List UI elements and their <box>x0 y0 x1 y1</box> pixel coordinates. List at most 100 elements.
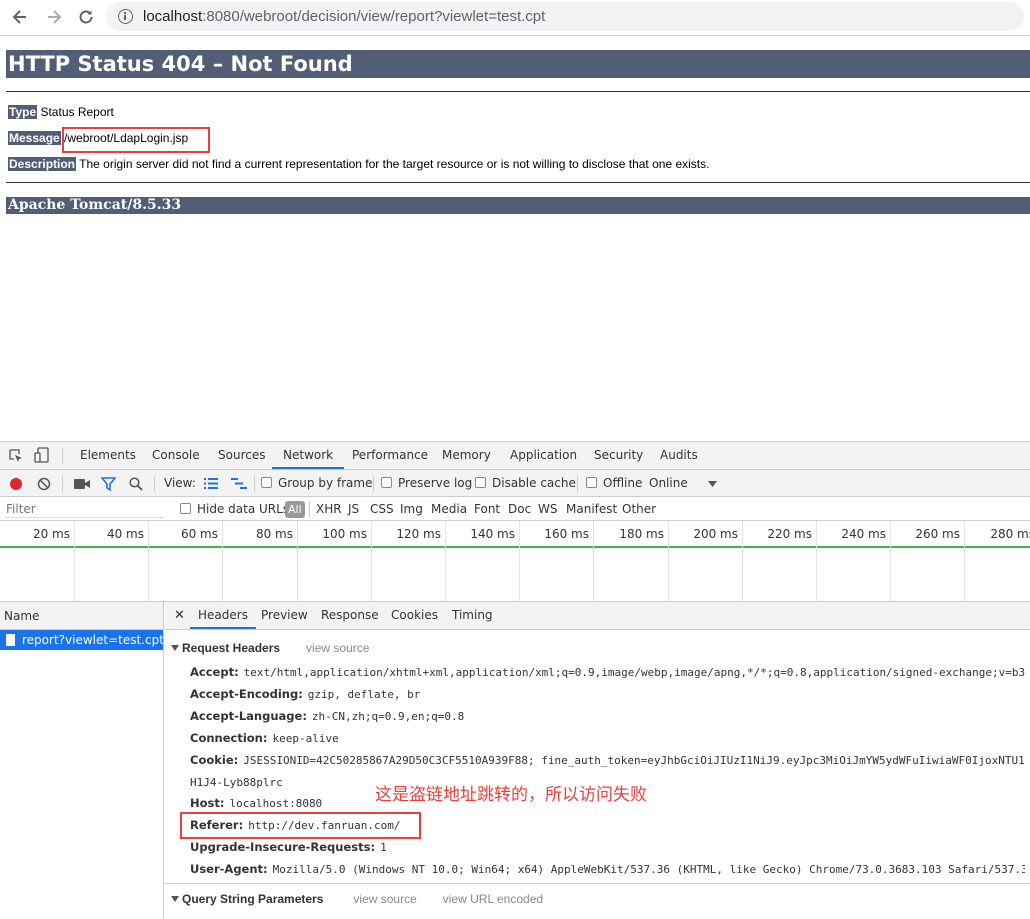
timeline-label: 160 ms <box>544 527 589 541</box>
timeline-label: 180 ms <box>619 527 664 541</box>
header-key: Connection: <box>190 731 268 745</box>
checkbox-icon <box>180 503 191 514</box>
tab-sources[interactable]: Sources <box>218 442 265 469</box>
timeline-gridline <box>890 521 891 601</box>
filter-type-other[interactable]: Other <box>622 497 656 521</box>
tab-headers[interactable]: Headers <box>190 602 256 629</box>
filter-type-font[interactable]: Font <box>474 497 500 521</box>
header-value: zh-CN,zh;q=0.9,en;q=0.8 <box>311 710 465 723</box>
name-column-header[interactable]: Name <box>0 602 163 630</box>
separator <box>373 476 374 492</box>
inspect-element-icon[interactable] <box>8 448 24 464</box>
search-icon[interactable] <box>129 477 143 491</box>
close-icon[interactable]: ✕ <box>174 602 185 629</box>
header-row: User-Agent: Mozilla/5.0 (Windows NT 10.0;… <box>190 859 1025 879</box>
throttling-select[interactable]: Online <box>649 470 688 497</box>
header-value: Mozilla/5.0 (Windows NT 10.0; Win64; x64… <box>272 863 1025 876</box>
tab-application[interactable]: Application <box>510 442 577 469</box>
tab-security[interactable]: Security <box>594 442 643 469</box>
filter-type-js[interactable]: JS <box>348 497 359 521</box>
header-value: 1 <box>380 841 387 854</box>
hide-data-urls-label: Hide data URLs <box>197 502 290 516</box>
url-host: localhost <box>143 8 203 25</box>
view-url-encoded-link[interactable]: view URL encoded <box>443 892 543 906</box>
filter-type-doc[interactable]: Doc <box>508 497 531 521</box>
group-by-frame-checkbox[interactable]: Group by frame <box>261 470 372 497</box>
reload-icon <box>79 10 93 24</box>
filter-type-ws[interactable]: WS <box>538 497 557 521</box>
reload-button[interactable] <box>73 4 99 30</box>
waterfall-icon[interactable] <box>231 478 247 489</box>
tab-console[interactable]: Console <box>152 442 200 469</box>
timeline-gridline <box>74 521 75 601</box>
tab-performance[interactable]: Performance <box>352 442 428 469</box>
separator <box>309 501 310 517</box>
header-row: Accept: text/html,application/xhtml+xml,a… <box>190 662 1025 682</box>
disable-cache-checkbox[interactable]: Disable cache <box>475 470 576 497</box>
timeline-label: 100 ms <box>322 527 367 541</box>
message-label: Message <box>8 131 61 145</box>
record-icon[interactable] <box>9 477 23 491</box>
header-key: Upgrade-Insecure-Requests: <box>190 840 376 854</box>
header-key: Accept-Encoding: <box>190 687 303 701</box>
type-row: Type Status Report <box>8 104 114 120</box>
camera-icon[interactable] <box>74 478 90 490</box>
tab-response[interactable]: Response <box>321 602 379 629</box>
query-string-title: Query String Parameters <box>182 892 324 906</box>
address-bar[interactable]: localhost:8080/webroot/decision/view/rep… <box>106 2 1024 31</box>
tab-audits[interactable]: Audits <box>660 442 698 469</box>
info-icon[interactable] <box>118 9 133 24</box>
tab-elements[interactable]: Elements <box>80 442 136 469</box>
tab-cookies[interactable]: Cookies <box>391 602 438 629</box>
filter-type-img[interactable]: Img <box>400 497 423 521</box>
checkbox-icon <box>261 477 272 488</box>
chevron-down-icon[interactable] <box>708 481 717 487</box>
timeline-label: 120 ms <box>396 527 441 541</box>
checkbox-icon <box>381 477 392 488</box>
timeline-label: 280 ms <box>990 527 1030 541</box>
header-value: JSESSIONID=42C50285867A29D50C3CF5510A939… <box>243 754 1025 767</box>
query-string-section[interactable]: Query String Parameters view source view U… <box>171 892 543 906</box>
header-key: Host: <box>190 796 225 810</box>
details-tab-bar: ✕ Headers Preview Response Cookies Timin… <box>165 602 1030 630</box>
tab-memory[interactable]: Memory <box>442 442 491 469</box>
devtools-tab-bar: Elements Console Sources Network Perform… <box>0 442 1030 470</box>
header-key: User-Agent: <box>190 862 268 876</box>
tab-network[interactable]: Network <box>272 442 345 469</box>
back-button[interactable] <box>7 4 33 30</box>
large-rows-icon[interactable] <box>204 478 218 489</box>
description-label: Description <box>8 157 77 171</box>
filter-type-manifest[interactable]: Manifest <box>566 497 617 521</box>
header-row: Upgrade-Insecure-Requests: 1 <box>190 837 1025 857</box>
request-row[interactable]: report?viewlet=test.cpt <box>0 630 164 650</box>
timeline-label: 240 ms <box>841 527 886 541</box>
view-source-link[interactable]: view source <box>353 892 416 906</box>
filter-type-css[interactable]: CSS <box>370 497 394 521</box>
network-overview-timeline[interactable]: 20 ms 40 ms 60 ms 80 ms 100 ms 120 ms 140 ms 16… <box>0 521 1030 602</box>
filter-type-media[interactable]: Media <box>431 497 467 521</box>
tab-timing[interactable]: Timing <box>452 602 493 629</box>
timeline-gridline <box>371 521 372 601</box>
divider <box>165 883 1030 884</box>
offline-label: Offline <box>603 476 643 490</box>
separator <box>254 476 255 492</box>
timeline-label: 260 ms <box>915 527 960 541</box>
view-label: View: <box>164 476 196 490</box>
clear-icon[interactable] <box>37 477 51 491</box>
type-value: Status Report <box>40 105 114 119</box>
timeline-gridline <box>148 521 149 601</box>
device-toolbar-icon[interactable] <box>34 447 50 464</box>
filter-icon[interactable] <box>101 477 116 491</box>
divider <box>6 91 1030 92</box>
request-headers-section[interactable]: Request Headers view source <box>171 641 369 655</box>
filter-input[interactable] <box>4 500 164 518</box>
forward-button[interactable] <box>41 4 67 30</box>
offline-checkbox[interactable]: Offline <box>586 470 642 497</box>
preserve-log-checkbox[interactable]: Preserve log <box>381 470 472 497</box>
filter-type-all[interactable]: All <box>285 501 305 518</box>
hide-data-urls-checkbox[interactable]: Hide data URLs <box>180 497 289 521</box>
separator <box>62 448 63 464</box>
view-source-link[interactable]: view source <box>306 641 369 655</box>
filter-type-xhr[interactable]: XHR <box>316 497 342 521</box>
tab-preview[interactable]: Preview <box>261 602 308 629</box>
